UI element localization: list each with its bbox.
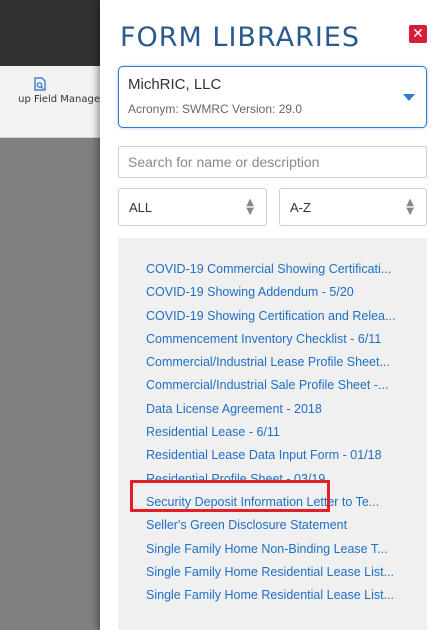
type-filter-value: ALL (129, 200, 153, 215)
form-list-item[interactable]: Commercial/Industrial Sale Profile Sheet… (118, 374, 427, 397)
chevron-down-icon (403, 94, 415, 101)
form-list-item[interactable]: Data License Agreement - 2018 (118, 398, 427, 421)
close-icon: ✕ (412, 26, 424, 42)
form-list-container: COVID-19 Commercial Showing Certificati.… (118, 238, 427, 630)
form-list-item[interactable]: Single Family Home Non-Binding Lease T..… (118, 538, 427, 561)
form-list-item[interactable]: COVID-19 Showing Certification and Relea… (118, 305, 427, 328)
document-search-icon[interactable] (33, 77, 47, 91)
background-app-header (0, 0, 100, 66)
toolbar-item-label[interactable]: up Field Manage (0, 94, 100, 105)
form-list-item[interactable]: Single Family Home Residential Lease Lis… (118, 584, 427, 607)
close-button[interactable]: ✕ (409, 25, 427, 43)
form-libraries-panel: FORM LIBRARIES ✕ MichRIC, LLC Acronym: S… (100, 0, 432, 630)
form-list-item[interactable]: Commencement Inventory Checklist - 6/11 (118, 328, 427, 351)
panel-title: FORM LIBRARIES (120, 22, 361, 53)
form-list-item[interactable]: COVID-19 Commercial Showing Certificati.… (118, 258, 427, 281)
form-list-item[interactable]: Single Family Home Residential Lease Lis… (118, 561, 427, 584)
form-list-item[interactable]: Residential Lease Data Input Form - 01/1… (118, 444, 427, 467)
sort-value: A-Z (290, 200, 311, 215)
up-down-arrows-icon: ▲ ▼ (246, 197, 254, 217)
library-meta: Acronym: SWMRC Version: 29.0 (128, 102, 303, 116)
highlight-annotation-box (130, 480, 330, 512)
library-dropdown[interactable]: MichRIC, LLC Acronym: SWMRC Version: 29.… (118, 66, 427, 128)
form-list-item[interactable]: COVID-19 Showing Addendum - 5/20 (118, 281, 427, 304)
type-filter-select[interactable]: ALL ▲ ▼ (118, 188, 267, 226)
sort-select[interactable]: A-Z ▲ ▼ (279, 188, 427, 226)
search-input[interactable] (118, 146, 427, 178)
form-list-item[interactable]: Residential Lease - 6/11 (118, 421, 427, 444)
library-name: MichRIC, LLC (128, 76, 222, 93)
form-list-item[interactable]: Commercial/Industrial Lease Profile Shee… (118, 351, 427, 374)
up-down-arrows-icon: ▲ ▼ (406, 197, 414, 217)
form-list: COVID-19 Commercial Showing Certificati.… (118, 258, 427, 607)
form-list-item[interactable]: Seller's Green Disclosure Statement (118, 514, 427, 537)
